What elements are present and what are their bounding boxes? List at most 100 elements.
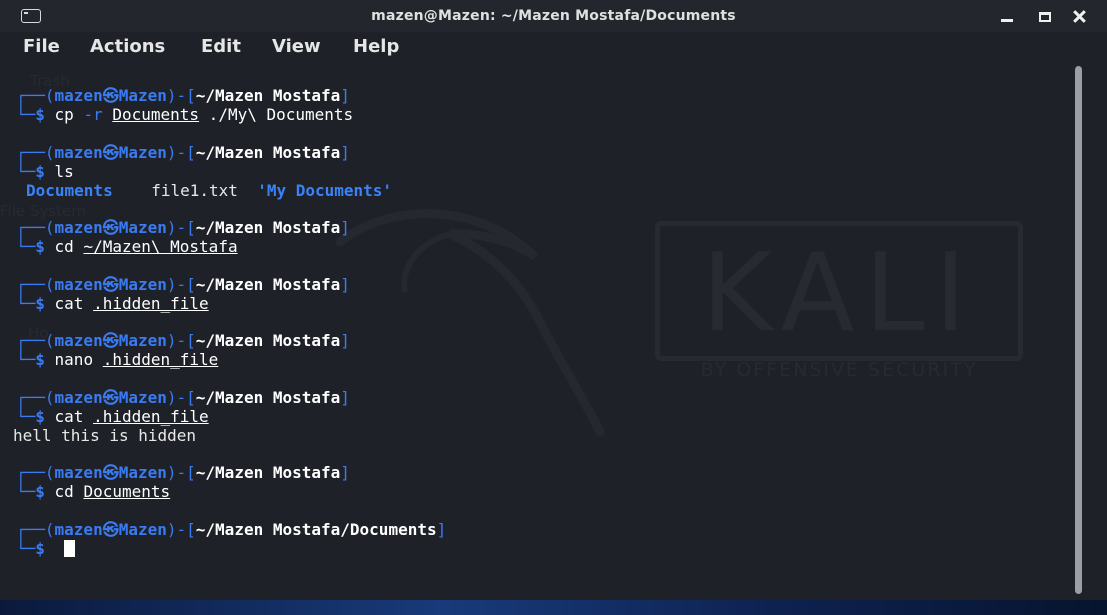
command-name: cp: [44, 105, 74, 124]
command-arg: .hidden_file: [102, 350, 219, 369]
prompt-frame: ]: [340, 331, 350, 350]
ls-output-line: Documents file1.txt 'My Documents': [26, 181, 392, 200]
terminal-output-area[interactable]: Trash File System Ho KALI BY OFFENSIVE S…: [0, 62, 1107, 600]
command-name: cd: [44, 237, 74, 256]
prompt-line: ┌──(mazen㉿Mazen)-[~/Mazen Mostafa]: [16, 143, 350, 162]
ls-entry-dir: 'My Documents': [257, 180, 393, 200]
command-output: hell this is hidden: [13, 425, 197, 445]
prompt-line: ┌──(mazen㉿Mazen)-[~/Mazen Mostafa]: [16, 388, 350, 407]
command-arg: [93, 350, 103, 369]
command-name: [45, 539, 55, 558]
kali-logo-box: KALI: [655, 221, 1023, 361]
prompt-path: ~/Mazen Mostafa: [195, 142, 341, 162]
title-bar[interactable]: mazen@Mazen: ~/Mazen Mostafa/Documents: [0, 0, 1107, 32]
prompt-frame: )-[: [166, 463, 196, 482]
prompt-path: ~/Mazen Mostafa: [195, 463, 341, 482]
minimize-icon[interactable]: [996, 5, 1018, 27]
command-space: [55, 539, 65, 558]
prompt-dollar: $: [35, 350, 45, 369]
command-name: ls: [44, 161, 74, 181]
prompt-frame: └─: [16, 293, 36, 313]
prompt-path: ~/Mazen Mostafa: [195, 274, 341, 294]
prompt-frame: ┌──(: [16, 519, 55, 539]
prompt-dollar: $: [35, 538, 45, 558]
command-line: └─$ ls: [16, 162, 74, 181]
command-arg: [74, 237, 84, 256]
prompt-dollar: $: [35, 482, 45, 501]
command-arg: Documents: [112, 105, 200, 124]
prompt-line: ┌──(mazen㉿Mazen)-[~/Mazen Mostafa/Docume…: [16, 520, 446, 539]
prompt-path: ~/Mazen Mostafa: [195, 218, 341, 237]
prompt-frame: )-[: [166, 86, 196, 105]
prompt-frame: ┌──(: [16, 86, 55, 105]
prompt-frame: ]: [340, 274, 350, 294]
command-arg: ~/Mazen\ Mostafa: [83, 237, 238, 256]
command-arg: ./My\ Documents: [199, 105, 354, 124]
menu-actions[interactable]: Actions: [90, 36, 165, 57]
prompt-user-host: mazen㉿Mazen: [54, 519, 167, 539]
menu-file[interactable]: File: [23, 36, 60, 57]
prompt-frame: └─: [16, 237, 36, 256]
kali-logo-tagline: BY OFFENSIVE SECURITY: [700, 359, 978, 381]
menu-edit[interactable]: Edit: [201, 36, 241, 57]
prompt-frame: ┌──(: [16, 387, 55, 407]
prompt-path: ~/Mazen Mostafa/Documents: [195, 519, 437, 539]
prompt-frame: └─: [16, 482, 36, 501]
prompt-line: ┌──(mazen㉿Mazen)-[~/Mazen Mostafa]: [16, 218, 350, 237]
command-arg: .hidden_file: [93, 406, 209, 426]
prompt-frame: ]: [340, 463, 350, 482]
maximize-icon[interactable]: [1034, 5, 1056, 27]
prompt-frame: └─: [16, 538, 36, 558]
prompt-path: ~/Mazen Mostafa: [195, 387, 341, 407]
terminal-window: mazen@Mazen: ~/Mazen Mostafa/Documents F…: [0, 0, 1107, 600]
prompt-frame: ┌──(: [16, 274, 55, 294]
command-line: └─$ nano .hidden_file: [16, 350, 218, 369]
command-line: └─$ cat .hidden_file: [16, 294, 209, 313]
command-line: └─$ cp -r Documents ./My\ Documents: [16, 105, 353, 124]
prompt-dollar: $: [35, 293, 45, 313]
menu-bar: File Actions Edit View Help: [0, 32, 1107, 62]
prompt-frame: )-[: [166, 274, 196, 294]
prompt-dollar: $: [35, 161, 45, 181]
command-arg: -r: [73, 105, 113, 124]
menu-help[interactable]: Help: [353, 36, 399, 57]
prompt-frame: ]: [340, 142, 350, 162]
ls-entry-file: file1.txt: [112, 180, 258, 200]
prompt-line: ┌──(mazen㉿Mazen)-[~/Mazen Mostafa]: [16, 86, 350, 105]
command-arg: .hidden_file: [93, 293, 209, 313]
prompt-frame: ┌──(: [16, 218, 55, 237]
kali-logo-word: KALI: [701, 231, 977, 356]
command-line: └─$ cd Documents: [16, 482, 170, 501]
prompt-user-host: mazen㉿Mazen: [54, 387, 167, 407]
command-line: └─$ cat .hidden_file: [16, 407, 209, 426]
prompt-frame: ┌──(: [16, 142, 55, 162]
prompt-frame: )-[: [166, 519, 196, 539]
prompt-frame: ]: [340, 218, 350, 237]
command-line: └─$: [16, 538, 76, 558]
prompt-user-host: mazen㉿Mazen: [54, 86, 167, 105]
command-arg: [74, 482, 84, 501]
command-name: cd: [44, 482, 74, 501]
close-icon[interactable]: [1069, 5, 1091, 27]
command-arg: Documents: [83, 482, 171, 501]
ls-entry-dir: Documents: [26, 180, 113, 200]
prompt-dollar: $: [35, 237, 45, 256]
prompt-frame: ┌──(: [16, 331, 55, 350]
command-name: cat: [44, 406, 84, 426]
scrollbar[interactable]: [1075, 66, 1082, 594]
prompt-user-host: mazen㉿Mazen: [54, 274, 167, 294]
menu-view[interactable]: View: [272, 36, 321, 57]
prompt-line: ┌──(mazen㉿Mazen)-[~/Mazen Mostafa]: [16, 275, 350, 294]
prompt-frame: ┌──(: [16, 463, 55, 482]
prompt-frame: └─: [16, 161, 36, 181]
prompt-line: ┌──(mazen㉿Mazen)-[~/Mazen Mostafa]: [16, 331, 350, 350]
command-line: └─$ cd ~/Mazen\ Mostafa: [16, 237, 238, 256]
prompt-user-host: mazen㉿Mazen: [54, 218, 167, 237]
prompt-frame: )-[: [166, 142, 196, 162]
prompt-path: ~/Mazen Mostafa: [195, 331, 341, 350]
command-name: nano: [44, 350, 94, 369]
kali-dragon-watermark: [335, 209, 605, 437]
prompt-user-host: mazen㉿Mazen: [54, 142, 167, 162]
command-arg: [83, 294, 93, 313]
prompt-frame: )-[: [166, 387, 196, 407]
